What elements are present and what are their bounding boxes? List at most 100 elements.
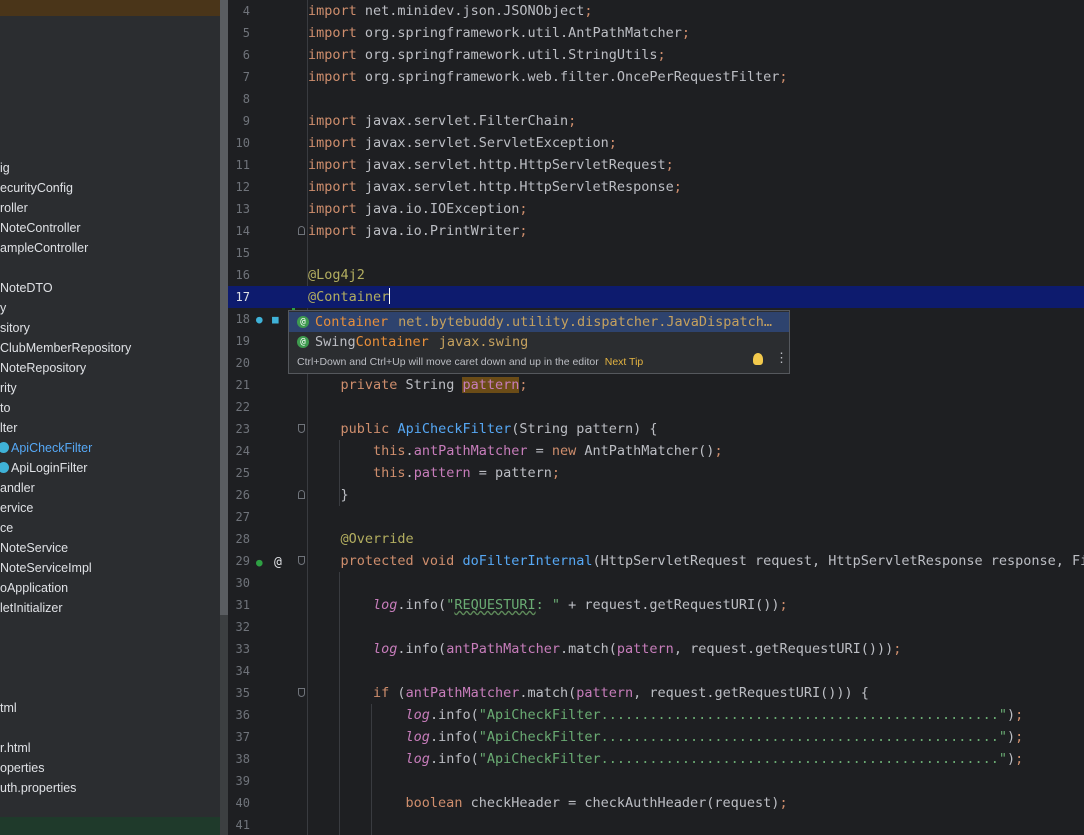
line-number: 17 — [235, 290, 250, 304]
tree-item[interactable]: oApplication — [0, 578, 68, 598]
code-text: boolean checkHeader = checkAuthHeader(re… — [405, 795, 788, 811]
code-line[interactable]: 16 @Log4j2 — [228, 264, 1084, 286]
tree-item[interactable]: NoteService — [0, 538, 68, 558]
tree-item[interactable]: r.html — [0, 738, 31, 758]
tree-item[interactable]: sitory — [0, 318, 30, 338]
tree-item[interactable]: ApiLoginFilter — [0, 458, 87, 478]
tree-item[interactable]: ClubMemberRepository — [0, 338, 131, 358]
code-text: import javax.servlet.http.HttpServletReq… — [308, 157, 674, 173]
code-line[interactable]: 17 @Container — [228, 286, 1084, 308]
fold-icon[interactable] — [298, 490, 305, 499]
more-options-icon[interactable]: ⋮ — [775, 352, 788, 366]
code-line[interactable]: 33 log.info(antPathMatcher.match(pattern… — [228, 638, 1084, 660]
tree-item[interactable]: letInitializer — [0, 598, 63, 618]
tree-item-label: rity — [0, 381, 17, 395]
code-line[interactable]: 34 — [228, 660, 1084, 682]
code-text: if (antPathMatcher.match(pattern, reques… — [373, 685, 869, 701]
bean-icon[interactable]: ● — [256, 314, 263, 326]
inspection-icon[interactable]: ■ — [272, 314, 279, 326]
tree-item-label: r.html — [0, 741, 31, 755]
code-editor[interactable]: 4 import net.minidev.json.JSONObject; 5 imp… — [228, 0, 1084, 835]
code-line[interactable]: 36 log.info("ApiCheckFilter.............… — [228, 704, 1084, 726]
code-line[interactable]: 4 import net.minidev.json.JSONObject; — [228, 0, 1084, 22]
code-text: import java.io.IOException; — [308, 201, 528, 217]
code-line[interactable]: 31 log.info("REQUESTURI: " + request.get… — [228, 594, 1084, 616]
tree-item[interactable]: NoteController — [0, 218, 81, 238]
tree-item[interactable]: ervice — [0, 498, 33, 518]
tree-item-label: operties — [0, 761, 45, 775]
code-line[interactable]: 41 — [228, 814, 1084, 835]
code-line[interactable]: 26 } — [228, 484, 1084, 506]
code-line[interactable]: 23 public ApiCheckFilter(String pattern)… — [228, 418, 1084, 440]
at-annotation-icon[interactable]: @ — [274, 556, 282, 569]
completion-item-swingcontainer[interactable]: @ SwingContainer javax.swing — [289, 332, 789, 352]
completion-item-package: javax.swing — [438, 334, 529, 350]
code-line[interactable]: 7 import org.springframework.web.filter.O… — [228, 66, 1084, 88]
code-line[interactable]: 11 import javax.servlet.http.HttpServletR… — [228, 154, 1084, 176]
code-line[interactable]: 9 import javax.servlet.FilterChain; — [228, 110, 1084, 132]
tree-item-label: uth.properties — [0, 781, 77, 795]
tree-item[interactable]: andler — [0, 478, 35, 498]
code-line[interactable]: 30 — [228, 572, 1084, 594]
scrollbar-thumb[interactable] — [220, 0, 228, 615]
code-line[interactable]: 27 — [228, 506, 1084, 528]
code-line[interactable]: 37 log.info("ApiCheckFilter.............… — [228, 726, 1084, 748]
fold-icon[interactable] — [298, 688, 305, 697]
line-number: 24 — [235, 444, 250, 458]
line-number: 31 — [235, 598, 250, 612]
tree-item[interactable]: ampleController — [0, 238, 88, 258]
tree-item[interactable]: operties — [0, 758, 44, 778]
tree-item[interactable]: rity — [0, 378, 17, 398]
code-line[interactable]: 12 import javax.servlet.http.HttpServletR… — [228, 176, 1084, 198]
code-line[interactable]: 22 — [228, 396, 1084, 418]
lightbulb-icon[interactable] — [753, 353, 763, 365]
code-line[interactable]: 32 — [228, 616, 1084, 638]
tree-item[interactable]: lter — [0, 418, 17, 438]
line-number: 16 — [235, 268, 250, 282]
code-text: this.antPathMatcher = new AntPathMatcher… — [373, 443, 723, 459]
code-line[interactable]: 24 this.antPathMatcher = new AntPathMatc… — [228, 440, 1084, 462]
code-line[interactable]: 38 log.info("ApiCheckFilter.............… — [228, 748, 1084, 770]
project-tree-scrollbar[interactable] — [220, 0, 228, 835]
tree-item-label: ampleController — [0, 241, 89, 255]
tree-item[interactable]: NoteDTO — [0, 278, 53, 298]
code-line[interactable]: 35 if (antPathMatcher.match(pattern, req… — [228, 682, 1084, 704]
fold-icon[interactable] — [298, 226, 305, 235]
tree-item[interactable]: NoteRepository — [0, 358, 86, 378]
tree-item[interactable]: y — [0, 298, 6, 318]
code-line[interactable]: 5 import org.springframework.util.AntPath… — [228, 22, 1084, 44]
code-line[interactable]: 21 private String pattern; — [228, 374, 1084, 396]
override-icon[interactable]: ● — [256, 557, 263, 569]
code-completion-popup[interactable]: @ Container net.bytebuddy.utility.dispatc… — [288, 310, 790, 374]
next-tip-link[interactable]: Next Tip — [605, 356, 644, 368]
tree-item[interactable]: NoteServiceImpl — [0, 558, 92, 578]
code-line[interactable]: 39 — [228, 770, 1084, 792]
completion-item-container[interactable]: @ Container net.bytebuddy.utility.dispatc… — [289, 312, 789, 332]
code-text: log.info("ApiCheckFilter................… — [405, 751, 1024, 767]
code-line[interactable]: 14 import java.io.PrintWriter; — [228, 220, 1084, 242]
line-number: 8 — [242, 92, 250, 106]
fold-icon[interactable] — [298, 424, 305, 433]
tree-item[interactable]: uth.properties — [0, 778, 76, 798]
line-number: 9 — [242, 114, 250, 128]
tree-item[interactable]: ig — [0, 158, 10, 178]
code-line[interactable]: 6 import org.springframework.util.StringU… — [228, 44, 1084, 66]
code-line[interactable]: 28 @Override — [228, 528, 1084, 550]
code-line[interactable]: 40 boolean checkHeader = checkAuthHeader… — [228, 792, 1084, 814]
code-line[interactable]: 25 this.pattern = pattern; — [228, 462, 1084, 484]
tree-item[interactable]: ApiCheckFilter — [0, 438, 92, 458]
tree-item[interactable]: roller — [0, 198, 28, 218]
code-text: log.info("ApiCheckFilter................… — [405, 729, 1024, 745]
code-line[interactable]: 13 import java.io.IOException; — [228, 198, 1084, 220]
tree-item[interactable]: to — [0, 398, 10, 418]
code-text: public ApiCheckFilter(String pattern) { — [340, 421, 658, 437]
code-line[interactable]: 15 — [228, 242, 1084, 264]
code-line[interactable]: 8 — [228, 88, 1084, 110]
tree-item[interactable]: ecurityConfig — [0, 178, 73, 198]
tree-item[interactable]: tml — [0, 698, 17, 718]
code-line[interactable]: 10 import javax.servlet.ServletException; — [228, 132, 1084, 154]
code-line[interactable]: 29 protected void doFilterInternal(HttpS… — [228, 550, 1084, 572]
fold-icon[interactable] — [298, 556, 305, 565]
tree-item[interactable]: ce — [0, 518, 13, 538]
tree-item-label: NoteRepository — [0, 361, 87, 375]
